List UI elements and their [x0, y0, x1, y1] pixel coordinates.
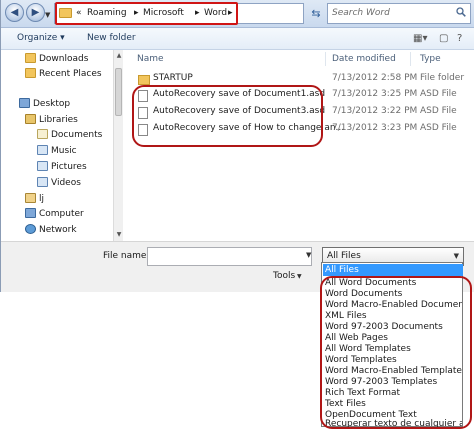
command-toolbar: Organize ▾ New folder ▦▾ ▢ ? [1, 28, 474, 50]
file-name-dropdown-icon[interactable]: ▼ [306, 251, 311, 259]
back-button[interactable]: ◀ [5, 3, 24, 22]
music-icon [37, 145, 48, 155]
nav-item-user-lj[interactable]: lj [25, 193, 44, 206]
open-file-dialog: ◀ ▶ ▼ « Roaming ▸ Microsoft ▸ Word ▸ ▼ ⇆… [0, 0, 474, 292]
file-type: ASD File [420, 89, 457, 99]
file-name: STARTUP [153, 73, 193, 83]
file-name-input[interactable] [147, 247, 312, 266]
user-icon [25, 193, 36, 203]
file-name-label: File name: [103, 251, 150, 261]
desktop-icon [19, 98, 30, 108]
computer-icon [25, 208, 36, 218]
nav-item-videos[interactable]: Videos [37, 177, 81, 190]
column-divider[interactable] [325, 52, 326, 66]
column-header-name[interactable]: Name [137, 54, 164, 64]
search-placeholder: Search Word [332, 8, 390, 18]
organize-button[interactable]: Organize ▾ [17, 33, 65, 43]
folder-icon [25, 53, 36, 63]
scroll-down-icon[interactable]: ▼ [115, 231, 123, 238]
file-types-annotation-box [320, 276, 472, 429]
files-annotation-box [132, 85, 323, 147]
navigation-pane: Downloads Recent Places Desktop Librarie… [1, 50, 113, 241]
documents-icon [37, 129, 48, 139]
file-type: File folder [420, 73, 465, 83]
nav-item-music[interactable]: Music [37, 145, 77, 158]
tools-dropdown-icon[interactable]: ▼ [297, 273, 302, 280]
nav-item-downloads[interactable]: Downloads [25, 53, 88, 66]
recent-locations-chevron-icon[interactable]: ▼ [45, 11, 50, 19]
column-divider[interactable] [410, 52, 411, 66]
nav-item-network[interactable]: Network [25, 224, 77, 237]
network-icon [25, 224, 36, 234]
tools-button[interactable]: Tools [273, 271, 295, 281]
nav-item-desktop[interactable]: Desktop [19, 98, 70, 111]
file-date: 7/13/2012 3:22 PM [332, 106, 418, 116]
forward-button[interactable]: ▶ [26, 3, 45, 22]
file-date: 7/13/2012 2:58 PM [332, 73, 418, 83]
address-annotation-box [55, 2, 238, 25]
nav-item-libraries[interactable]: Libraries [25, 114, 78, 127]
nav-item-documents[interactable]: Documents [37, 129, 102, 142]
search-input[interactable]: Search Word [327, 3, 471, 24]
file-date: 7/13/2012 3:25 PM [332, 89, 418, 99]
view-options-icon[interactable]: ▦▾ [413, 33, 427, 44]
column-header-type[interactable]: Type [420, 54, 441, 64]
address-bar-row: ◀ ▶ ▼ « Roaming ▸ Microsoft ▸ Word ▸ ▼ ⇆… [1, 0, 474, 28]
preview-pane-icon[interactable]: ▢ [439, 33, 448, 44]
file-type: ASD File [420, 106, 457, 116]
search-icon[interactable] [456, 7, 466, 17]
column-header-date-modified[interactable]: Date modified [332, 54, 396, 64]
folder-icon [138, 75, 150, 85]
pictures-icon [37, 161, 48, 171]
chevron-down-icon[interactable]: ▼ [454, 252, 459, 260]
scrollbar-thumb[interactable] [115, 68, 122, 116]
scroll-up-icon[interactable]: ▲ [115, 52, 123, 59]
file-date: 7/13/2012 3:23 PM [332, 123, 418, 133]
new-folder-button[interactable]: New folder [87, 33, 136, 43]
nav-item-recent-places[interactable]: Recent Places [25, 68, 102, 81]
help-icon[interactable]: ? [457, 33, 462, 44]
file-type: ASD File [420, 123, 457, 133]
nav-pane-scrollbar[interactable]: ▲ ▼ [113, 50, 123, 241]
nav-item-pictures[interactable]: Pictures [37, 161, 87, 174]
file-type-selected-value: All Files [327, 251, 361, 261]
recent-places-icon [25, 68, 36, 78]
nav-item-computer[interactable]: Computer [25, 208, 84, 221]
libraries-icon [25, 114, 36, 124]
refresh-icon[interactable]: ⇆ [308, 4, 324, 24]
file-type-option-all-files[interactable]: All Files [323, 264, 463, 276]
videos-icon [37, 177, 48, 187]
